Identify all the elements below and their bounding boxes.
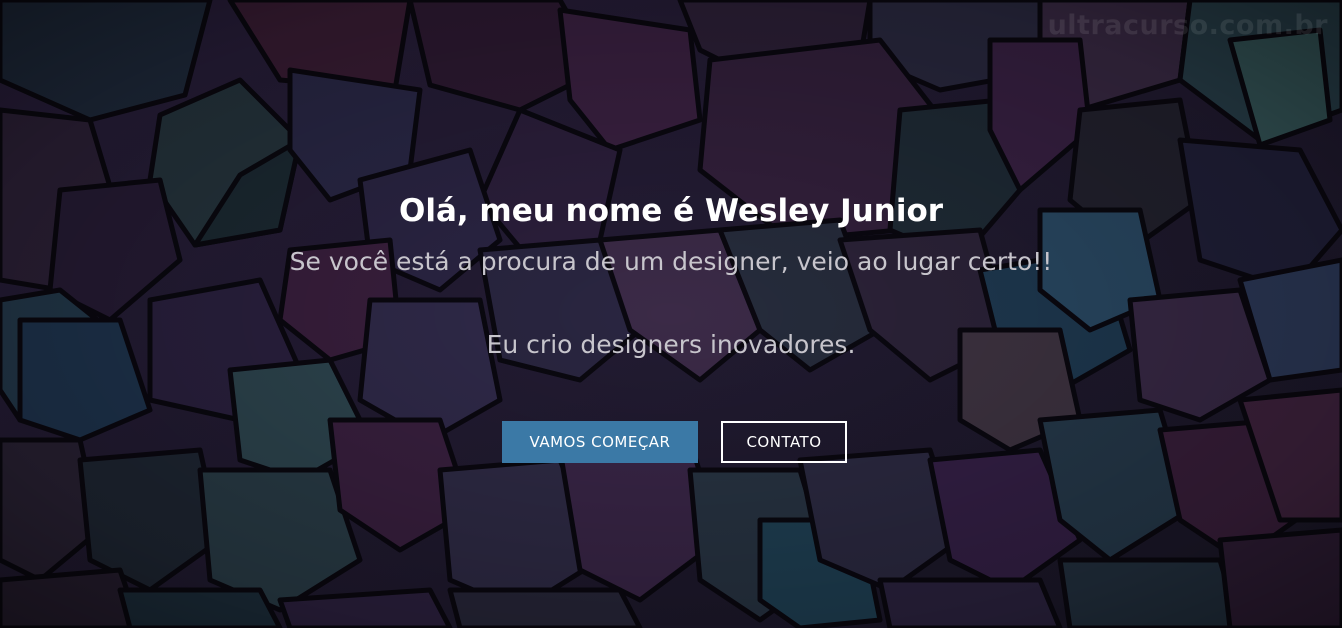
cubes-background	[0, 0, 1342, 628]
watermark: ultracurso.com.br	[1047, 10, 1328, 41]
hero-section: ultracurso.com.br Olá, meu nome é Wesley…	[0, 0, 1342, 628]
hero-title: Olá, meu nome é Wesley Junior	[398, 193, 944, 229]
start-button[interactable]: VAMOS COMEÇAR	[502, 421, 698, 463]
hero-subtitle: Se você está a procura de um designer, v…	[289, 247, 1053, 276]
hero-tagline: Eu crio designers inovadores.	[486, 330, 856, 359]
contact-button[interactable]: CONTATO	[721, 421, 847, 463]
